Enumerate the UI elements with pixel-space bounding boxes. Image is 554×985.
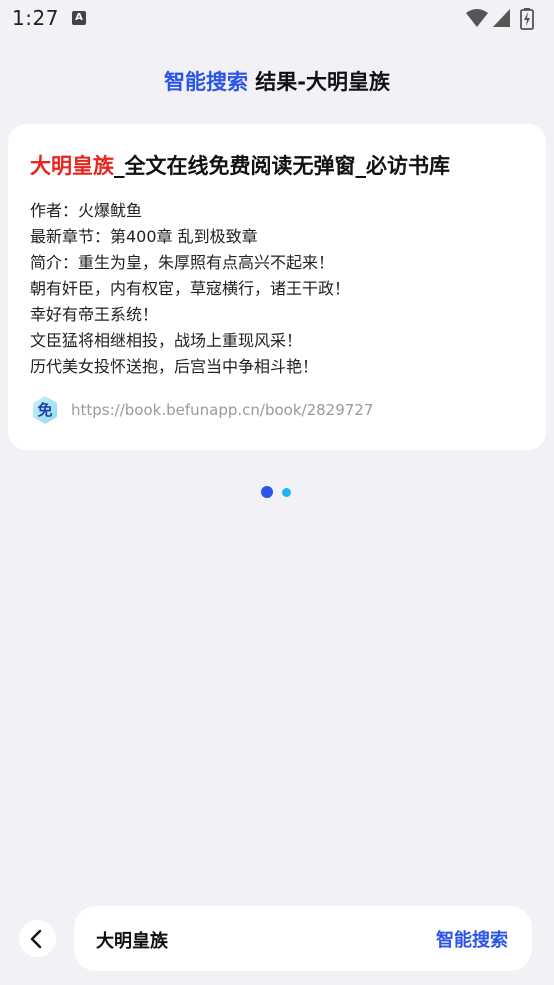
a-notification-icon: A — [72, 11, 86, 25]
status-bar: 1:27 A — [0, 0, 554, 38]
cell-signal-icon — [493, 9, 510, 27]
result-title-highlight: 大明皇族 — [30, 154, 114, 178]
battery-charging-icon — [520, 8, 534, 30]
result-author: 作者：火爆鱿鱼 — [30, 201, 143, 220]
result-intro-line: 历代美女投怀送抱，后宫当中争相斗艳！ — [30, 357, 319, 376]
result-details: 作者：火爆鱿鱼 最新章节：第400章 乱到极致章 简介：重生为皇，朱厚照有点高兴… — [30, 198, 350, 380]
source-url[interactable]: https://book.befunapp.cn/book/2829727 — [71, 401, 373, 419]
result-intro-line: 幸好有帝王系统！ — [30, 305, 159, 324]
page-indicator — [261, 486, 301, 498]
wifi-icon — [466, 9, 488, 27]
page-title-rest: 结果-大明皇族 — [247, 70, 391, 94]
smart-search-button[interactable]: 智能搜索 — [436, 926, 508, 952]
search-result-card[interactable]: 大明皇族_全文在线免费阅读无弹窗_必访书库 作者：火爆鱿鱼 最新章节：第400章… — [8, 124, 546, 450]
chevron-left-icon — [30, 929, 42, 949]
page-title-accent: 智能搜索 — [163, 70, 248, 94]
result-title[interactable]: 大明皇族_全文在线免费阅读无弹窗_必访书库 — [30, 150, 450, 180]
page-dot-active[interactable] — [261, 486, 273, 498]
result-source[interactable]: 免 https://book.befunapp.cn/book/2829727 — [30, 394, 373, 426]
search-query[interactable]: 大明皇族 — [96, 927, 168, 953]
result-intro-line: 简介：重生为皇，朱厚照有点高兴不起来！ — [30, 253, 335, 272]
result-intro-line: 文臣猛将相继相投，战场上重现风采！ — [30, 331, 303, 350]
search-bar[interactable]: 大明皇族 智能搜索 — [74, 906, 532, 971]
source-logo-icon: 免 — [30, 395, 60, 425]
page-dot[interactable] — [282, 488, 291, 497]
result-latest-chapter: 最新章节：第400章 乱到极致章 — [30, 227, 258, 246]
back-button[interactable] — [19, 920, 56, 957]
result-intro-line: 朝有奸臣，内有权宦，草寇横行，诸王干政！ — [30, 279, 351, 298]
result-title-rest: _全文在线免费阅读无弹窗_必访书库 — [114, 154, 450, 178]
page-title: 智能搜索 结果-大明皇族 — [0, 66, 554, 96]
status-time: 1:27 — [12, 6, 59, 30]
source-badge-label: 免 — [37, 401, 53, 419]
